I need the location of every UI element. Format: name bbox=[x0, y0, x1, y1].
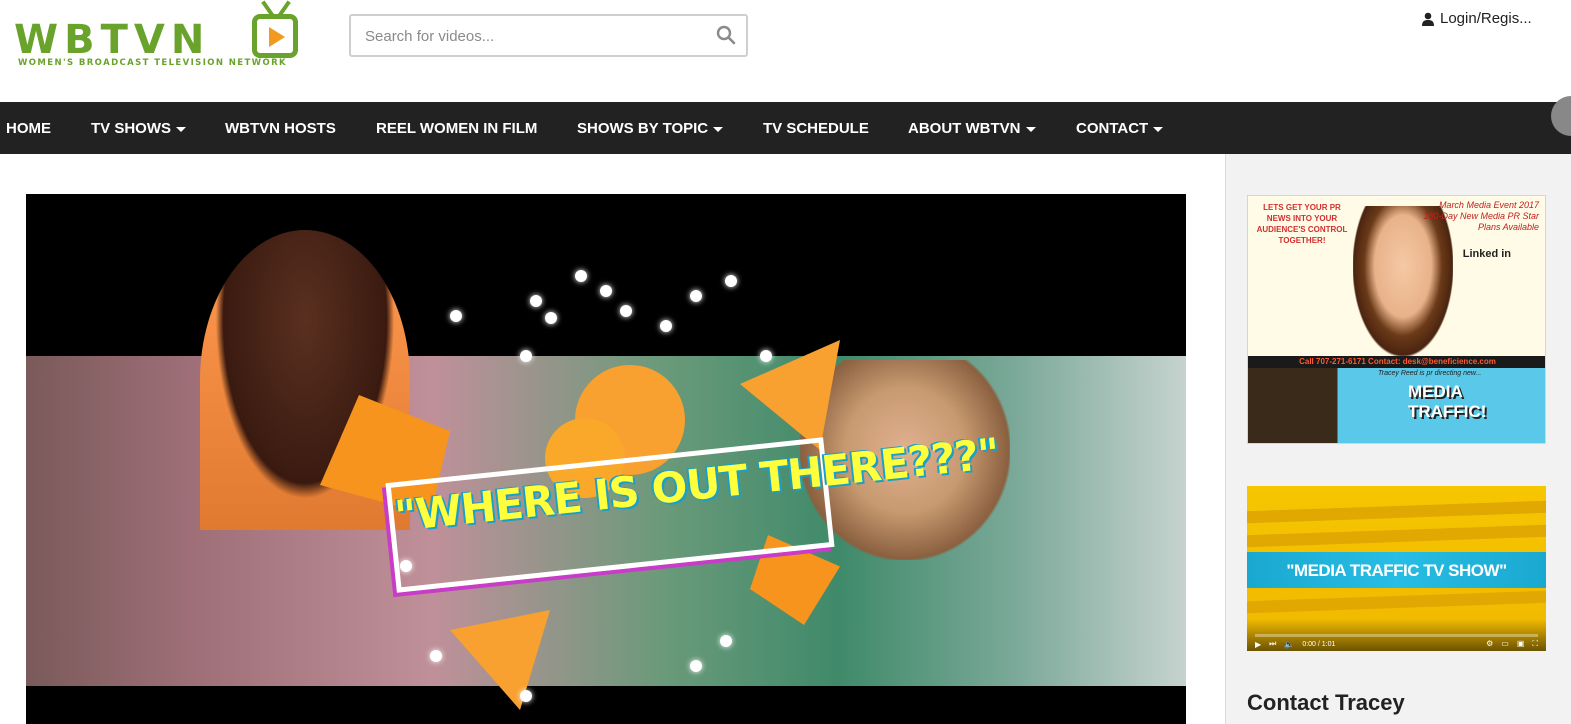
cast-icon[interactable]: ▣ bbox=[1517, 639, 1525, 649]
logo-tagline: WOMEN'S BROADCAST TELEVISION NETWORK bbox=[18, 58, 288, 68]
site-header: WBTVN WOMEN'S BROADCAST TELEVISION NETWO… bbox=[0, 0, 1571, 102]
caret-down-icon bbox=[176, 127, 187, 132]
nav-label: CONTACT bbox=[1076, 120, 1149, 137]
video-time: 0:00 / 1:01 bbox=[1302, 640, 1336, 648]
nav-about-wbtvn[interactable]: ABOUT WBTVN bbox=[908, 120, 1036, 137]
caret-down-icon bbox=[713, 127, 724, 132]
linkedin-icon: Linked in bbox=[1462, 248, 1511, 260]
video-progress-bar[interactable] bbox=[1255, 634, 1538, 637]
ad-stripe bbox=[1247, 524, 1546, 548]
ad-tagline: Tracey Reed is pr directing new... bbox=[1378, 370, 1482, 377]
nav-wbtvn-hosts[interactable]: WBTVN HOSTS bbox=[225, 120, 336, 137]
nav-contact[interactable]: CONTACT bbox=[1076, 120, 1164, 137]
nav-label: TV SCHEDULE bbox=[763, 120, 869, 137]
search-box bbox=[349, 14, 748, 57]
main-navigation: HOME TV SHOWS WBTVN HOSTS REEL WOMEN IN … bbox=[0, 102, 1571, 154]
login-register-link[interactable]: Login/Regis... bbox=[1422, 10, 1532, 27]
ad-stripe bbox=[1247, 500, 1546, 524]
nav-label: TV SHOWS bbox=[91, 120, 172, 137]
tv-play-icon bbox=[252, 14, 298, 58]
play-icon[interactable]: ▶ bbox=[1255, 640, 1261, 649]
ad-traffic-title: MEDIA TRAFFIC! bbox=[1408, 382, 1487, 421]
nav-reel-women-in-film[interactable]: REEL WOMEN IN FILM bbox=[376, 120, 537, 137]
volume-icon[interactable]: 🔈 bbox=[1284, 640, 1294, 649]
nav-label: HOME bbox=[6, 120, 51, 137]
logo-text: WBTVN bbox=[14, 17, 211, 63]
video-title: "MEDIA TRAFFIC TV SHOW" bbox=[1286, 561, 1507, 580]
video-controls: ▶ ⏭ 🔈 0:00 / 1:01 ⚙ ▭ ▣ ⛶ bbox=[1255, 638, 1538, 650]
ad-event-text: March Media Event 2017 180-Day New Media… bbox=[1423, 200, 1539, 232]
nav-shows-by-topic[interactable]: SHOWS BY TOPIC bbox=[577, 120, 724, 137]
ad-stripe bbox=[1247, 590, 1546, 614]
nav-label: ABOUT WBTVN bbox=[908, 120, 1021, 137]
fullscreen-icon[interactable]: ⛶ bbox=[1532, 639, 1538, 649]
next-icon[interactable]: ⏭ bbox=[1269, 639, 1276, 649]
settings-icon[interactable]: ⚙ bbox=[1486, 639, 1493, 649]
nav-tv-shows[interactable]: TV SHOWS bbox=[91, 120, 187, 137]
ad-headline: LETS GET YOUR PR NEWS INTO YOUR AUDIENCE… bbox=[1256, 203, 1348, 245]
search-input[interactable] bbox=[365, 25, 705, 47]
site-logo[interactable]: WBTVN WOMEN'S BROADCAST TELEVISION NETWO… bbox=[14, 0, 298, 72]
caret-down-icon bbox=[1153, 127, 1164, 132]
ad-contact-line: Call 707-271-6171 Contact: desk@benefici… bbox=[1248, 356, 1545, 368]
nav-label: WBTVN HOSTS bbox=[225, 120, 336, 137]
user-icon bbox=[1422, 12, 1434, 26]
contact-heading: Contact Tracey bbox=[1247, 690, 1405, 715]
nav-label: REEL WOMEN IN FILM bbox=[376, 120, 538, 137]
sidebar-video-media-traffic[interactable]: "MEDIA TRAFFIC TV SHOW" ▶ ⏭ 🔈 0:00 / 1:0… bbox=[1247, 486, 1546, 651]
caret-down-icon bbox=[1025, 127, 1036, 132]
theater-mode-icon[interactable]: ▭ bbox=[1501, 639, 1509, 649]
search-icon[interactable] bbox=[716, 25, 736, 45]
nav-tv-schedule[interactable]: TV SCHEDULE bbox=[763, 120, 869, 137]
sidebar-ad-media-event[interactable]: LETS GET YOUR PR NEWS INTO YOUR AUDIENCE… bbox=[1247, 195, 1546, 444]
nav-home[interactable]: HOME bbox=[6, 120, 51, 137]
nav-label: SHOWS BY TOPIC bbox=[577, 120, 709, 137]
login-label: Login/Regis... bbox=[1440, 10, 1532, 27]
